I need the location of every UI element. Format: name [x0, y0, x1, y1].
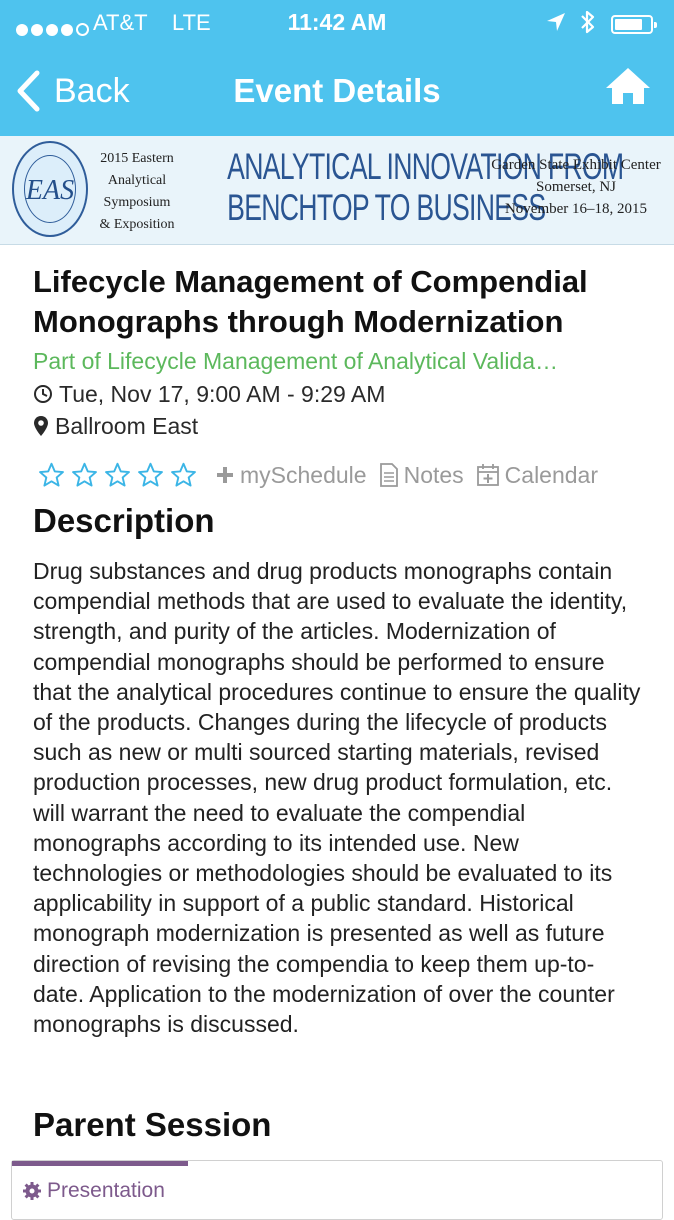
venue-info: Garden State Exhibit Center Somerset, NJ… — [486, 154, 666, 220]
symposium-name: 2015 Eastern Analytical Symposium & Expo… — [94, 148, 180, 236]
event-location: Ballroom East — [33, 410, 643, 442]
app-header: AT&T LTE 11:42 AM Back Event Details — [0, 0, 674, 136]
session-type-accent-bar — [12, 1161, 188, 1166]
document-icon — [379, 463, 398, 487]
schedule-label: mySchedule — [240, 461, 367, 488]
banner-headline: ANALYTICAL INNOVATION FROM BENCHTOP TO B… — [227, 146, 624, 228]
add-to-calendar-button[interactable]: Calendar — [476, 462, 598, 489]
battery-nub — [654, 22, 657, 28]
parent-session-link[interactable]: Part of Lifecycle Management of Analytic… — [33, 344, 643, 378]
calendar-label: Calendar — [504, 461, 599, 488]
event-actions: mySchedule Notes Calendar — [38, 458, 658, 492]
parent-session-heading: Parent Session — [33, 1106, 272, 1143]
location-text: Ballroom East — [55, 413, 199, 439]
star-outline-icon[interactable] — [104, 462, 131, 488]
clock-icon — [34, 385, 52, 403]
session-type-label: Presentation — [47, 1179, 165, 1202]
event-title: Lifecycle Management of Compendial Monog… — [33, 264, 588, 339]
seal-monogram: EAS — [24, 155, 76, 223]
venue-line: Garden State Exhibit Center — [491, 157, 661, 173]
venue-line: Somerset, NJ — [536, 179, 616, 195]
page-title: Event Details — [233, 72, 441, 109]
rating-stars — [38, 462, 203, 488]
datetime-text: Tue, Nov 17, 9:00 AM - 9:29 AM — [59, 381, 386, 407]
event-info: Lifecycle Management of Compendial Monog… — [33, 262, 643, 442]
bluetooth-icon — [580, 9, 596, 41]
status-time: 11:42 AM — [287, 9, 387, 35]
plus-icon — [217, 467, 233, 483]
symposium-line: Symposium — [103, 195, 171, 210]
symposium-seal-logo: EAS — [12, 141, 88, 237]
description-heading: Description — [33, 502, 215, 539]
headline-line: ANALYTICAL INNOVATION FROM — [227, 146, 624, 187]
star-outline-icon[interactable] — [137, 462, 164, 488]
session-type: Presentation — [22, 1179, 165, 1203]
notes-label: Notes — [403, 461, 464, 488]
gear-icon — [23, 1182, 41, 1200]
battery-icon — [611, 15, 657, 34]
star-outline-icon[interactable] — [38, 462, 65, 488]
headline-line: BENCHTOP TO BUSINESS — [227, 187, 546, 228]
star-outline-icon[interactable] — [170, 462, 197, 488]
location-arrow-icon — [546, 12, 566, 38]
event-datetime: Tue, Nov 17, 9:00 AM - 9:29 AM — [33, 378, 643, 410]
description-body: Drug substances and drug products monogr… — [33, 558, 641, 1038]
parent-session-card[interactable]: Presentation — [11, 1160, 663, 1220]
map-marker-icon — [34, 416, 48, 436]
home-button[interactable] — [604, 66, 652, 111]
notes-button[interactable]: Notes — [379, 462, 464, 489]
calendar-plus-icon — [476, 464, 499, 486]
event-banner: EAS 2015 Eastern Analytical Symposium & … — [0, 136, 674, 245]
battery-fill — [615, 19, 642, 30]
status-bar: AT&T LTE 11:42 AM — [0, 0, 674, 46]
venue-line: November 16–18, 2015 — [504, 201, 648, 217]
add-to-schedule-button[interactable]: mySchedule — [215, 462, 367, 489]
symposium-line: & Exposition — [99, 217, 175, 232]
symposium-line: 2015 Eastern — [100, 151, 174, 166]
home-icon — [606, 68, 650, 104]
symposium-line: Analytical — [107, 173, 167, 188]
star-outline-icon[interactable] — [71, 462, 98, 488]
